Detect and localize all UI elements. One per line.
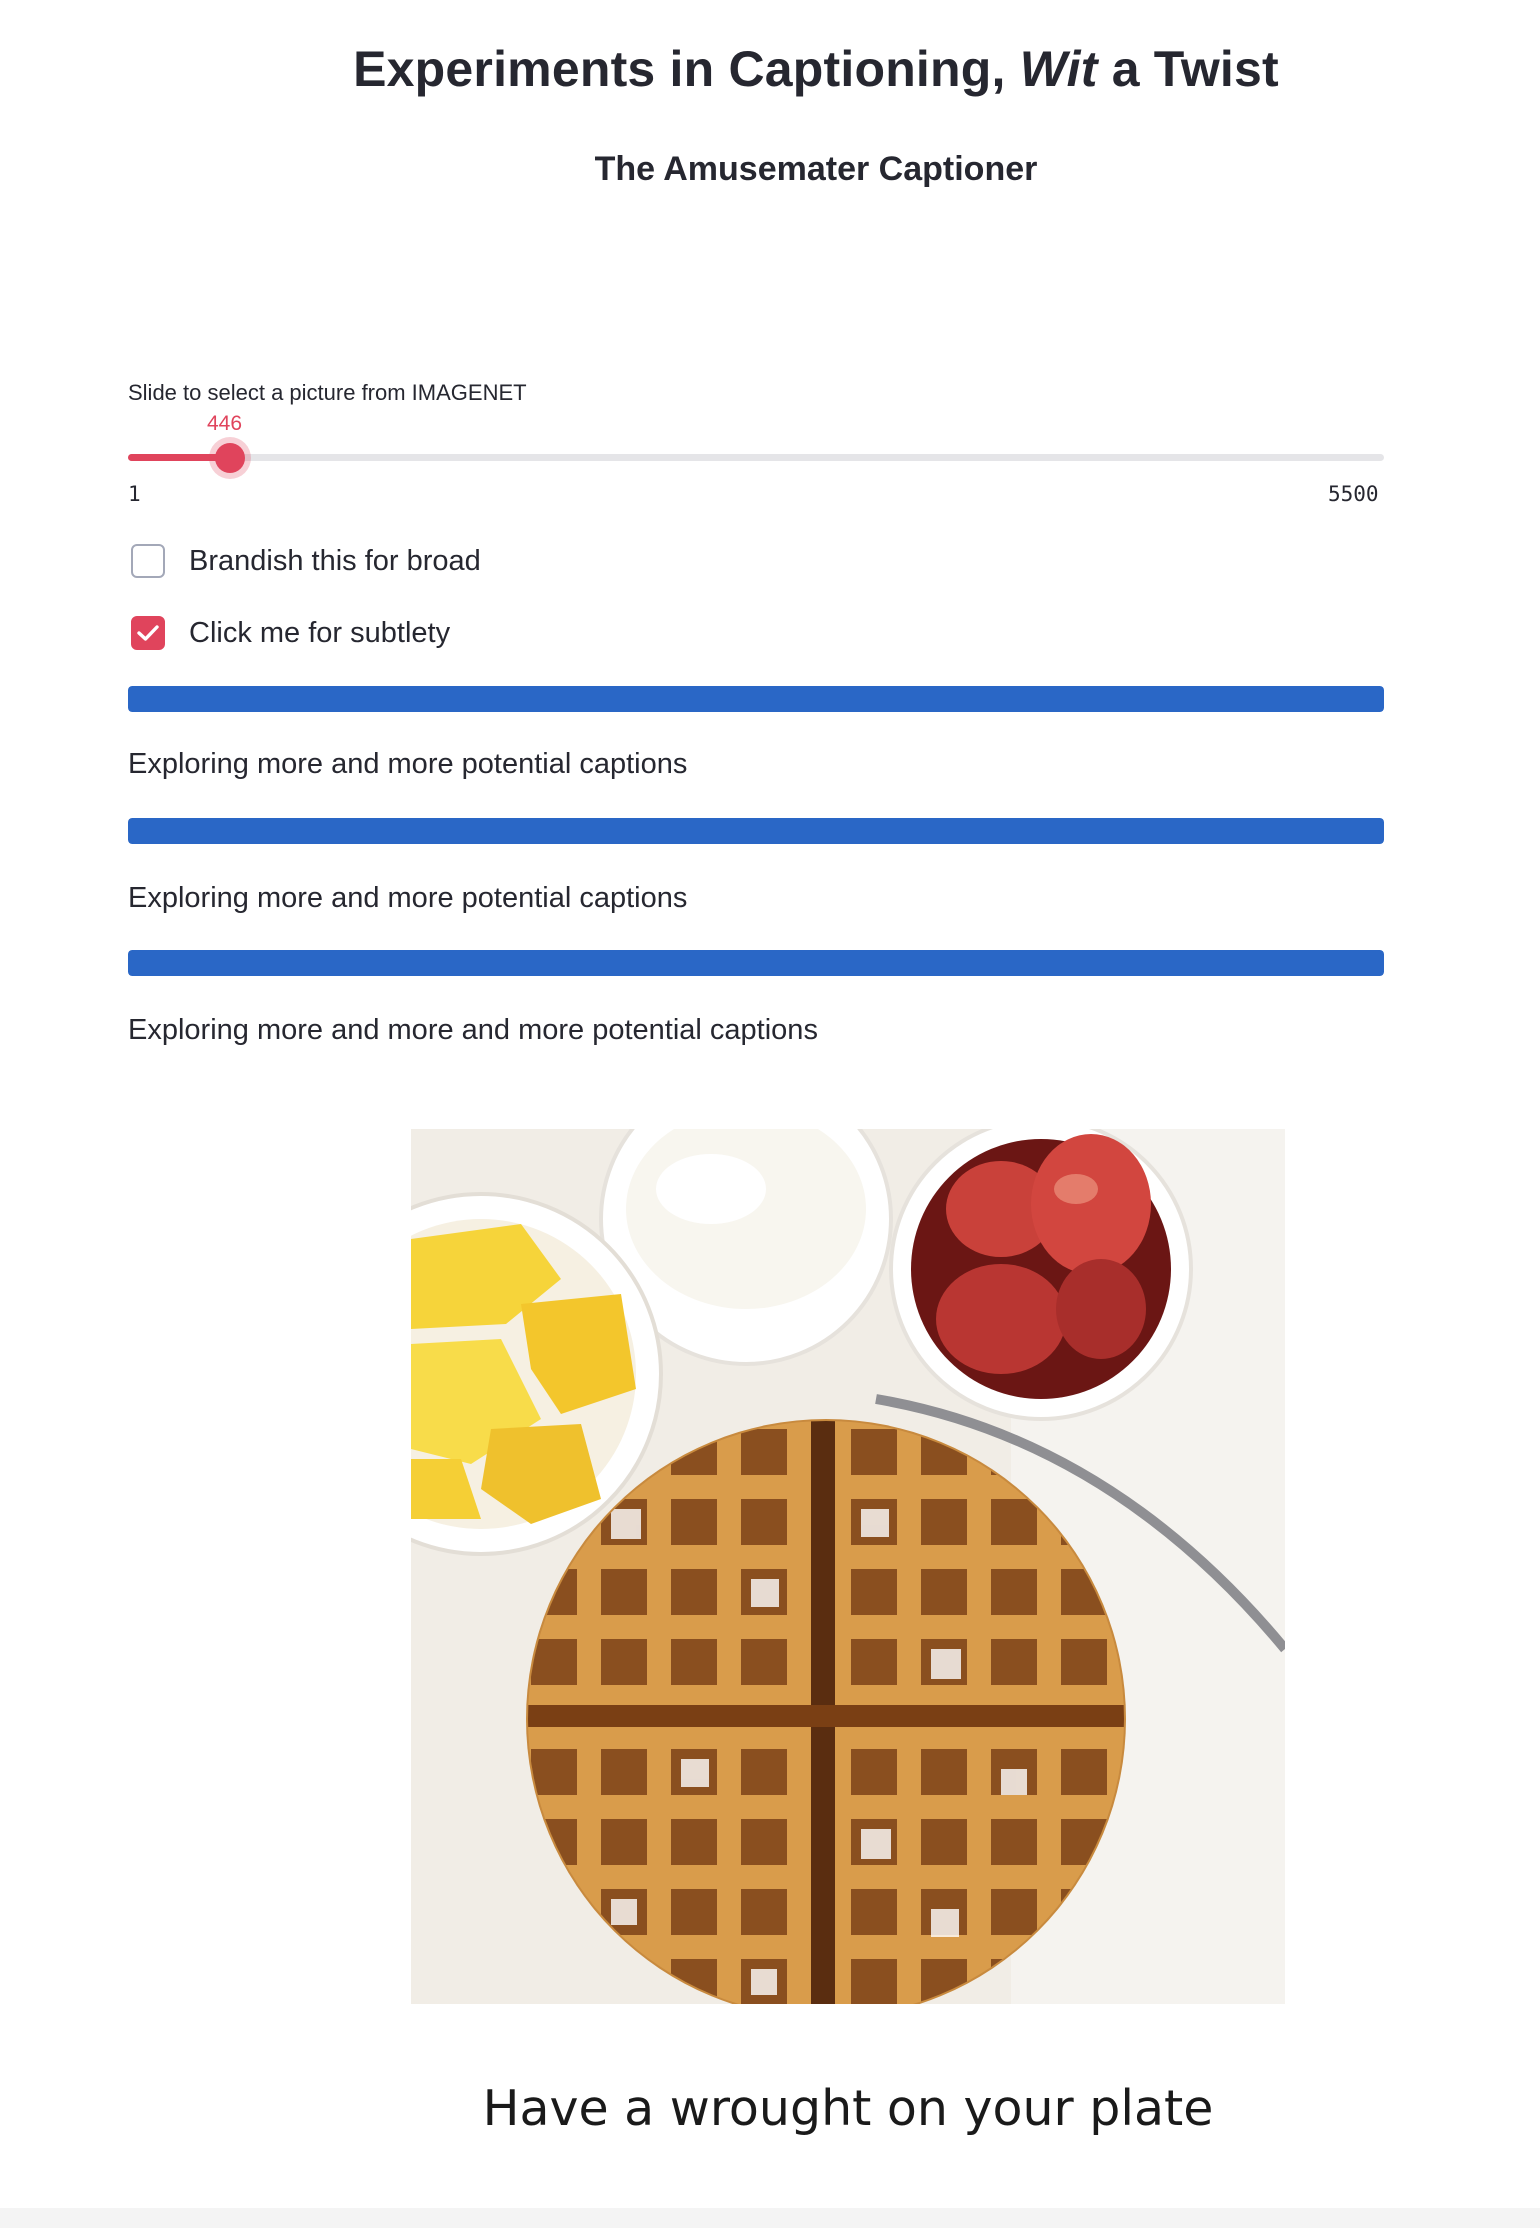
subtlety-checkbox-label: Click me for subtlety — [189, 616, 451, 649]
page-subtitle: The Amusemater Captioner — [594, 150, 1038, 188]
slider-value: 446 — [207, 412, 243, 435]
slider-max-label: 5500 — [1328, 482, 1379, 506]
slider-label: Slide to select a picture from IMAGENET — [128, 380, 527, 405]
progress-bar — [128, 686, 1384, 712]
broad-checkbox[interactable]: Brandish this for broad — [131, 544, 481, 578]
checkbox-unchecked-icon[interactable] — [131, 544, 165, 578]
progress-fill — [128, 818, 1384, 844]
broad-checkbox-label: Brandish this for broad — [189, 544, 481, 577]
progress-status-text: Exploring more and more potential captio… — [128, 882, 688, 914]
slider-thumb[interactable] — [214, 443, 245, 473]
progress-status-text: Exploring more and more potential captio… — [128, 748, 688, 780]
footer-band — [0, 2208, 1540, 2228]
checkmark-icon[interactable] — [131, 616, 165, 650]
progress-fill — [128, 950, 1384, 976]
progress-bar — [128, 818, 1384, 844]
progress-status-text: Exploring more and more and more potenti… — [128, 1014, 818, 1046]
image-index-slider[interactable] — [128, 443, 1384, 473]
waffle-with-fruit-photo-icon — [411, 1129, 1285, 2004]
slider-min-label: 1 — [128, 482, 141, 506]
page-title: Experiments in Captioning, Wit a Twist — [353, 41, 1279, 97]
progress-bar — [128, 950, 1384, 976]
subtlety-checkbox[interactable]: Click me for subtlety — [131, 616, 450, 650]
generated-caption: Have a wrought on your plate — [482, 2080, 1214, 2137]
progress-fill — [128, 686, 1384, 712]
